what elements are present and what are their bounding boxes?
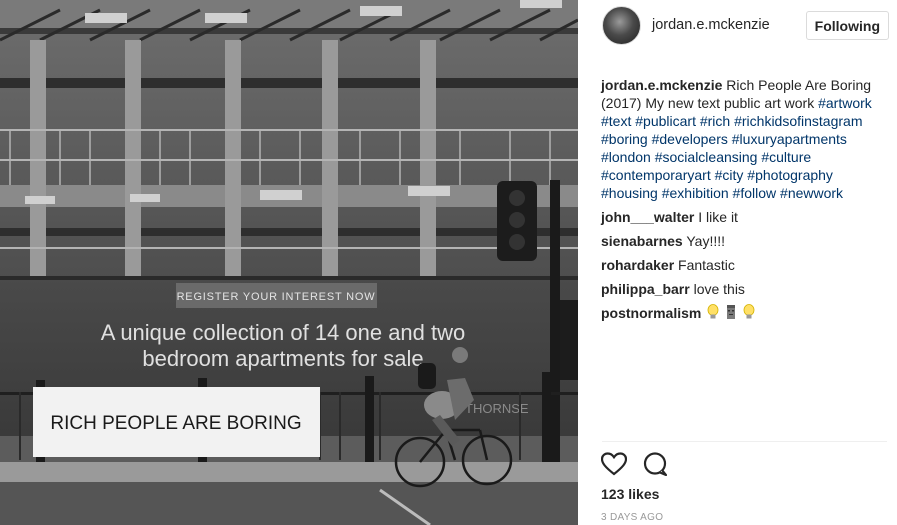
list-item: rohardaker Fantastic [601,256,889,274]
hashtag-link[interactable]: #artwork [818,95,872,111]
post-actions [601,452,667,476]
hashtag-link[interactable]: #developers [652,131,728,147]
comment-text: I like it [694,209,738,225]
hashtag-link[interactable]: #socialcleansing [655,149,758,165]
comments-list: jordan.e.mckenzie Rich People Are Boring… [601,76,889,330]
comment-username[interactable]: sienabarnes [601,233,683,249]
hashtag-link[interactable]: #boring [601,131,648,147]
following-button[interactable]: Following [805,11,889,40]
hashtag-link[interactable]: #luxuryapartments [732,131,847,147]
hashtag-link[interactable]: #contemporaryart [601,167,711,183]
divider [602,441,887,442]
comment-username[interactable]: postnormalism [601,305,701,321]
moai-icon [725,304,737,324]
hashtag-link[interactable]: #rich [700,113,730,129]
hashtag-link[interactable]: #housing [601,185,658,201]
caption-username[interactable]: jordan.e.mckenzie [601,77,722,93]
caption: jordan.e.mckenzie Rich People Are Boring… [601,76,889,202]
comment-text: Yay!!!! [682,233,725,249]
hashtag-link[interactable]: #newwork [780,185,843,201]
comment-username[interactable]: philippa_barr [601,281,690,297]
hashtag-link[interactable]: #culture [761,149,811,165]
post-details-panel: jordan.e.mckenzie Following jordan.e.mck… [578,0,897,525]
comment-icon[interactable] [643,452,667,476]
heart-icon[interactable] [601,452,627,476]
hoarding-line-1: A unique collection of 14 one and two [101,320,466,345]
list-item: postnormalism [601,304,889,324]
comment-username[interactable]: rohardaker [601,257,674,273]
hashtag-link[interactable]: #text [601,113,631,129]
post-header: jordan.e.mckenzie Following [602,5,889,45]
list-item: philippa_barr love this [601,280,889,298]
banner-text: RICH PEOPLE ARE BORING [50,413,301,434]
lightbulb-icon [707,304,719,324]
comment-username[interactable]: john___walter [601,209,694,225]
post-timestamp: 3 DAYS AGO [601,512,664,523]
hashtag-link[interactable]: #exhibition [662,185,729,201]
hashtag-link[interactable]: #city [715,167,744,183]
author-username[interactable]: jordan.e.mckenzie [652,17,770,33]
hoarding-line-2: bedroom apartments for sale [142,346,423,371]
comment-text: love this [689,281,745,297]
hashtag-link[interactable]: #richkidsofinstagram [734,113,862,129]
hashtag-link[interactable]: #photography [747,167,833,183]
comment-text: Fantastic [674,257,735,273]
avatar[interactable] [602,5,641,45]
list-item: john___walter I like it [601,208,889,226]
list-item: sienabarnes Yay!!!! [601,232,889,250]
lightbulb-icon [743,304,755,324]
hashtag-link[interactable]: #follow [733,185,777,201]
register-text: REGISTER YOUR INTEREST NOW [177,291,376,303]
hashtag-link[interactable]: #publicart [635,113,696,129]
post-photo[interactable]: REGISTER YOUR INTEREST NOW A unique coll… [0,0,578,525]
hashtag-link[interactable]: #london [601,149,651,165]
likes-count[interactable]: 123 likes [601,486,659,502]
